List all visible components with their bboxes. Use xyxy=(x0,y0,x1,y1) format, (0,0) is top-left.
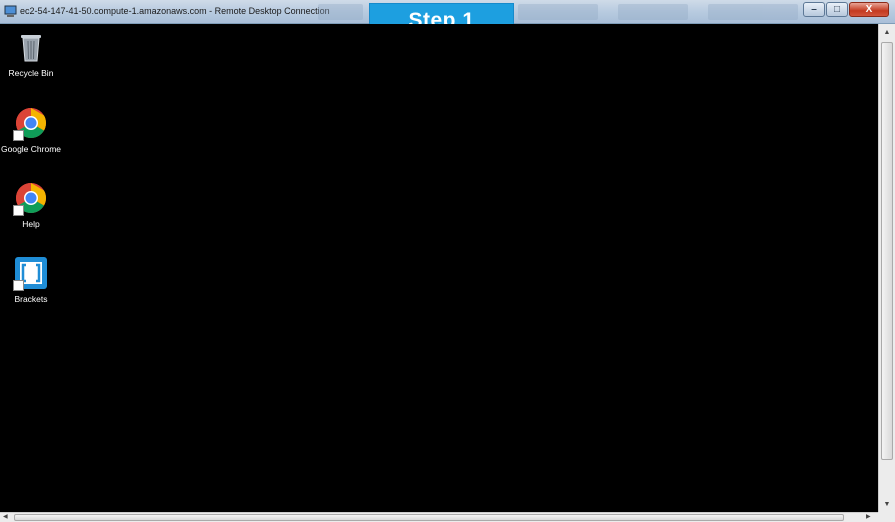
desktop-icon-label: Help xyxy=(22,219,40,229)
horizontal-scroll-thumb[interactable] xyxy=(14,514,844,521)
scroll-left-arrow-icon[interactable]: ◀ xyxy=(3,513,8,520)
recycle-bin-icon xyxy=(14,30,48,64)
chrome-icon xyxy=(13,106,48,141)
desktop-icon-label: Recycle Bin xyxy=(8,68,54,78)
desktop-icon-recycle-bin[interactable]: Recycle Bin xyxy=(1,30,61,78)
desktop-icon-google-chrome[interactable]: Google Chrome xyxy=(1,106,61,154)
desktop-icon-brackets[interactable]: Brackets xyxy=(1,256,61,304)
scrollbar-corner xyxy=(878,512,895,522)
shortcut-arrow-icon xyxy=(13,205,24,216)
scroll-up-arrow-icon[interactable]: ▲ xyxy=(879,24,895,40)
desktop-icon-label: Brackets xyxy=(14,294,48,304)
desktop-icon-label: Google Chrome xyxy=(1,144,62,154)
shortcut-arrow-icon xyxy=(13,280,24,291)
chrome-icon xyxy=(13,181,48,216)
window-title: ec2-54-147-41-50.compute-1.amazonaws.com… xyxy=(20,6,330,16)
brackets-icon xyxy=(13,256,48,291)
remote-desktop-icon xyxy=(4,5,17,17)
maximize-button[interactable]: □ xyxy=(826,2,848,17)
scroll-down-arrow-icon[interactable]: ▼ xyxy=(879,496,895,512)
vertical-scrollbar[interactable]: ▲ ▼ xyxy=(878,24,895,512)
window-controls: – □ X xyxy=(802,2,889,19)
horizontal-scrollbar[interactable]: ◀ ▶ xyxy=(0,512,878,522)
close-button[interactable]: X xyxy=(849,2,889,17)
desktop-icon-help[interactable]: Help xyxy=(1,181,61,229)
remote-desktop[interactable]: Recycle Bin Google Chrome Help Brackets xyxy=(0,24,878,512)
scroll-right-arrow-icon[interactable]: ▶ xyxy=(866,513,871,520)
minimize-button[interactable]: – xyxy=(803,2,825,17)
vertical-scroll-thumb[interactable] xyxy=(881,42,893,460)
shortcut-arrow-icon xyxy=(13,130,24,141)
